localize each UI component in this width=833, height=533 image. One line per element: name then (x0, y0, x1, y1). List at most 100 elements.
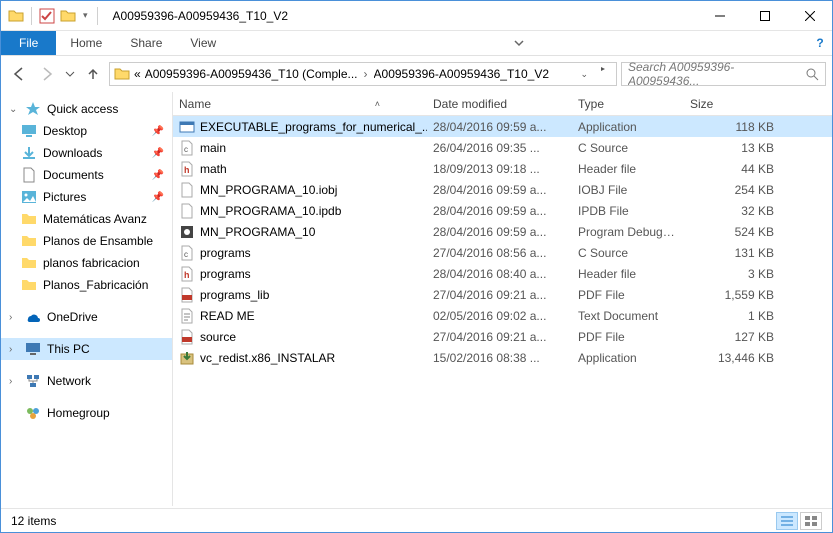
file-row[interactable]: vc_redist.x86_INSTALAR15/02/2016 08:38 .… (173, 347, 832, 368)
sidebar-item-onedrive[interactable]: ›OneDrive (1, 306, 172, 328)
column-header-type[interactable]: Type (572, 92, 684, 115)
file-date: 02/05/2016 09:02 a... (427, 309, 572, 323)
file-row[interactable]: hmath18/09/2013 09:18 ...Header file44 K… (173, 158, 832, 179)
tab-share[interactable]: Share (116, 31, 176, 55)
file-name: programs (200, 267, 251, 281)
folder-icon (21, 233, 37, 249)
address-dropdown-icon[interactable]: ⌄ (580, 69, 588, 80)
help-icon[interactable]: ? (808, 31, 832, 55)
search-input[interactable]: Search A00959396-A00959436... (621, 62, 826, 86)
tab-view[interactable]: View (176, 31, 230, 55)
file-icon (179, 350, 195, 366)
thumbnails-view-button[interactable] (800, 512, 822, 530)
pin-icon: 📌 (152, 170, 164, 181)
file-row[interactable]: MN_PROGRAMA_10.ipdb28/04/2016 09:59 a...… (173, 200, 832, 221)
file-row[interactable]: source27/04/2016 09:21 a...PDF File127 K… (173, 326, 832, 347)
file-row[interactable]: MN_PROGRAMA_1028/04/2016 09:59 a...Progr… (173, 221, 832, 242)
file-size: 524 KB (684, 225, 780, 239)
desktop-icon (21, 123, 37, 139)
file-row[interactable]: programs_lib 27/04/2016 09:21 a...PDF Fil… (173, 284, 832, 305)
sidebar-item-desktop[interactable]: Desktop📌 (1, 120, 172, 142)
breadcrumb-prefix[interactable]: « (134, 67, 141, 81)
file-list-pane: Name˄ Date modified Type Size EXECUTABLE… (173, 92, 832, 506)
file-name: main (200, 141, 226, 155)
file-date: 28/04/2016 09:59 a... (427, 225, 572, 239)
tab-home[interactable]: Home (56, 31, 116, 55)
star-icon (25, 101, 41, 117)
file-icon: h (179, 161, 195, 177)
sidebar-item-downloads[interactable]: Downloads📌 (1, 142, 172, 164)
file-row[interactable]: cprograms27/04/2016 08:56 a...C Source13… (173, 242, 832, 263)
file-size: 32 KB (684, 204, 780, 218)
forward-button[interactable] (35, 62, 59, 86)
column-header-date[interactable]: Date modified (427, 92, 572, 115)
pin-icon: 📌 (152, 192, 164, 203)
file-type: Header file (572, 162, 684, 176)
svg-text:c: c (184, 145, 188, 154)
file-size: 1 KB (684, 309, 780, 323)
refresh-icon[interactable] (590, 67, 612, 81)
sidebar-item-folder[interactable]: planos fabricacion (1, 252, 172, 274)
sidebar-item-folder[interactable]: Planos_Fabricación (1, 274, 172, 296)
file-type: C Source (572, 246, 684, 260)
minimize-button[interactable] (697, 1, 742, 30)
quick-check-icon[interactable] (39, 8, 55, 24)
sort-asc-icon: ˄ (375, 99, 380, 109)
breadcrumb-seg2[interactable]: A00959396-A00959436_T10_V2 (374, 67, 550, 81)
sidebar-item-this-pc[interactable]: ›This PC (1, 338, 172, 360)
title-bar: ▾ A00959396-A00959436_T10_V2 (1, 1, 832, 31)
chevron-right-icon[interactable]: › (362, 67, 370, 81)
file-row[interactable]: EXECUTABLE_programs_for_numerical_...28/… (173, 116, 832, 137)
file-size: 127 KB (684, 330, 780, 344)
folder-icon (21, 277, 37, 293)
sidebar-item-pictures[interactable]: Pictures📌 (1, 186, 172, 208)
file-date: 27/04/2016 09:21 a... (427, 288, 572, 302)
folder-small-icon[interactable] (60, 8, 76, 24)
tab-file[interactable]: File (1, 31, 56, 55)
details-view-button[interactable] (776, 512, 798, 530)
ribbon-expand-icon[interactable] (507, 31, 531, 55)
file-row[interactable]: hprograms28/04/2016 08:40 a...Header fil… (173, 263, 832, 284)
up-button[interactable] (81, 62, 105, 86)
column-headers: Name˄ Date modified Type Size (173, 92, 832, 116)
file-date: 28/04/2016 08:40 a... (427, 267, 572, 281)
sidebar-item-network[interactable]: ›Network (1, 370, 172, 392)
file-row[interactable]: READ ME02/05/2016 09:02 a...Text Documen… (173, 305, 832, 326)
back-button[interactable] (7, 62, 31, 86)
maximize-button[interactable] (742, 1, 787, 30)
pictures-icon (21, 189, 37, 205)
file-date: 27/04/2016 09:21 a... (427, 330, 572, 344)
file-icon (179, 119, 195, 135)
documents-icon (21, 167, 37, 183)
file-date: 18/09/2013 09:18 ... (427, 162, 572, 176)
onedrive-icon (25, 309, 41, 325)
sidebar-item-homegroup[interactable]: Homegroup (1, 402, 172, 424)
file-name: math (200, 162, 227, 176)
column-header-name[interactable]: Name˄ (173, 92, 427, 115)
sidebar-item-documents[interactable]: Documents📌 (1, 164, 172, 186)
column-header-size[interactable]: Size (684, 92, 780, 115)
file-icon (179, 203, 195, 219)
folder-icon (114, 66, 130, 82)
file-type: Application (572, 351, 684, 365)
file-date: 26/04/2016 09:35 ... (427, 141, 572, 155)
breadcrumb-seg1[interactable]: A00959396-A00959436_T10 (Comple... (145, 67, 358, 81)
file-icon (179, 224, 195, 240)
sidebar-item-quick-access[interactable]: ⌄Quick access (1, 98, 172, 120)
file-type: IPDB File (572, 204, 684, 218)
file-name: MN_PROGRAMA_10.ipdb (200, 204, 341, 218)
sidebar-item-folder[interactable]: Matemáticas Avanz (1, 208, 172, 230)
file-type: Application (572, 120, 684, 134)
recent-dropdown-icon[interactable] (63, 62, 77, 86)
file-name: programs_lib (200, 288, 269, 302)
file-size: 131 KB (684, 246, 780, 260)
close-button[interactable] (787, 1, 832, 30)
file-row[interactable]: cmain26/04/2016 09:35 ...C Source13 KB (173, 137, 832, 158)
sidebar-item-folder[interactable]: Planos de Ensamble (1, 230, 172, 252)
file-type: PDF File (572, 288, 684, 302)
qab-overflow-icon[interactable]: ▾ (81, 10, 90, 21)
file-row[interactable]: MN_PROGRAMA_10.iobj28/04/2016 09:59 a...… (173, 179, 832, 200)
file-type: IOBJ File (572, 183, 684, 197)
pin-icon: 📌 (152, 126, 164, 137)
address-bar[interactable]: « A00959396-A00959436_T10 (Comple... › A… (109, 62, 617, 86)
